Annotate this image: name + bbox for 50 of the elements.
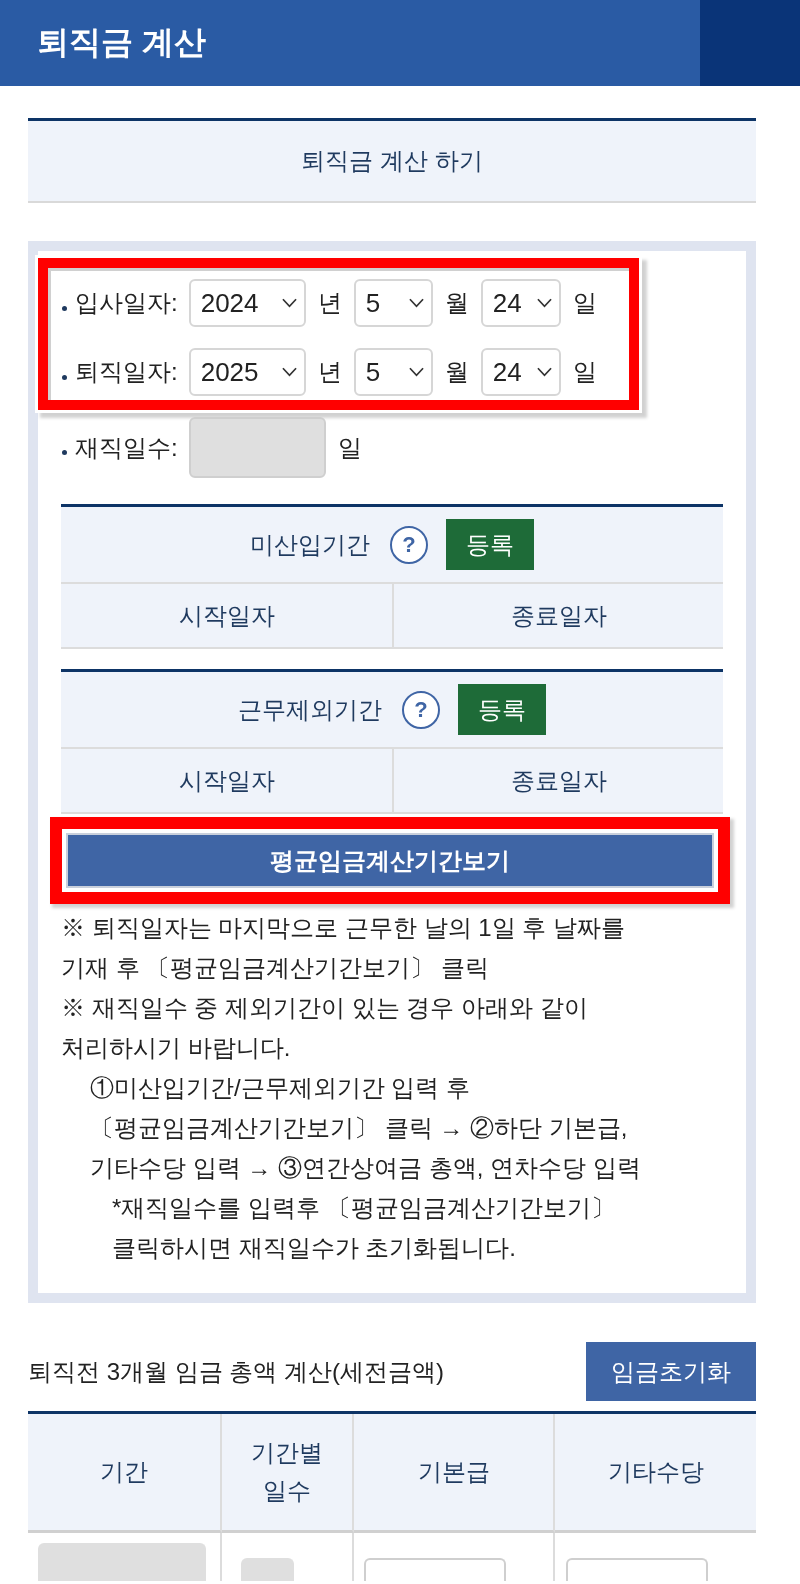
reset-wage-button[interactable]: 임금초기화 xyxy=(586,1342,756,1401)
unit-label: 년 xyxy=(317,288,342,318)
bullet-icon xyxy=(62,305,67,311)
unit-label: 일 xyxy=(337,432,362,463)
day-select[interactable]: 24 xyxy=(480,279,561,327)
year-select[interactable]: 2025 xyxy=(188,348,306,396)
calc-period-button[interactable]: 평균임금계산기간보기 xyxy=(66,833,714,888)
unit-label: 일 xyxy=(572,288,597,318)
year-select[interactable]: 2024 xyxy=(188,279,306,327)
register-button[interactable]: 등록 xyxy=(446,519,534,570)
bullet-icon xyxy=(62,374,67,380)
register-button[interactable]: 등록 xyxy=(458,684,546,735)
chevron-down-icon xyxy=(408,367,424,377)
chevron-down-icon xyxy=(408,298,424,308)
column-header: 시작일자 xyxy=(177,600,276,631)
chevron-down-icon xyxy=(536,367,552,377)
note-text: ①미산입기간/근무제외기간 입력 후 〔평균임금계산기간보기〕 클릭 → ②하단 기본급, 기타수당 입력 → ③연간상여금 총액, 연차수당 입력 xyxy=(89,1073,642,1183)
column-header: 종료일자 xyxy=(392,584,723,647)
column-header: 기타수당 xyxy=(555,1414,756,1533)
unit-label: 년 xyxy=(317,357,342,387)
allowance-field[interactable] xyxy=(566,1558,708,1581)
field-label: 입사일자: xyxy=(75,288,178,318)
base-pay-field[interactable] xyxy=(364,1558,506,1581)
field-label: 퇴직일자: xyxy=(75,357,178,387)
unit-label: 월 xyxy=(444,288,469,318)
note-text: ※ 퇴직일자는 마지막으로 근무한 날의 1일 후 날짜를 기재 후 〔평균임금계산기간보기〕 클릭 xyxy=(61,913,627,983)
help-button[interactable]: ? xyxy=(402,690,440,729)
unit-label: 월 xyxy=(444,357,469,387)
column-header: 기간별 일수 xyxy=(222,1414,354,1533)
note-text: ※ 재직일수 중 제외기간이 있는 경우 아래와 같이 처리하시기 바랍니다. xyxy=(61,993,589,1063)
note-text: *재직일수를 입력후 〔평균임금계산기간보기〕 클릭하시면 재직일수가 초기화됩니다. xyxy=(111,1193,616,1263)
section-title: 퇴직금 계산 하기 xyxy=(28,118,756,203)
column-header: 시작일자 xyxy=(177,765,276,796)
help-button[interactable]: ? xyxy=(390,525,428,564)
unit-label: 일 xyxy=(572,357,597,387)
column-header: 기간 xyxy=(28,1414,222,1533)
month-select[interactable]: 5 xyxy=(353,279,433,327)
month-select[interactable]: 5 xyxy=(353,348,433,396)
table-title: 근무제외기간 xyxy=(238,694,382,725)
column-header: 종료일자 xyxy=(392,749,723,812)
chevron-down-icon xyxy=(281,367,297,377)
chevron-down-icon xyxy=(536,298,552,308)
page-title: 퇴직금 계산 xyxy=(36,23,206,62)
field-label: 재직일수: xyxy=(75,432,178,463)
day-select[interactable]: 24 xyxy=(480,348,561,396)
bullet-icon xyxy=(62,450,67,455)
column-header: 기본급 xyxy=(354,1414,555,1533)
table-title: 미산입기간 xyxy=(250,529,370,560)
chevron-down-icon xyxy=(281,298,297,308)
section-heading: 퇴직전 3개월 임금 총액 계산(세전금액) xyxy=(28,1356,444,1387)
